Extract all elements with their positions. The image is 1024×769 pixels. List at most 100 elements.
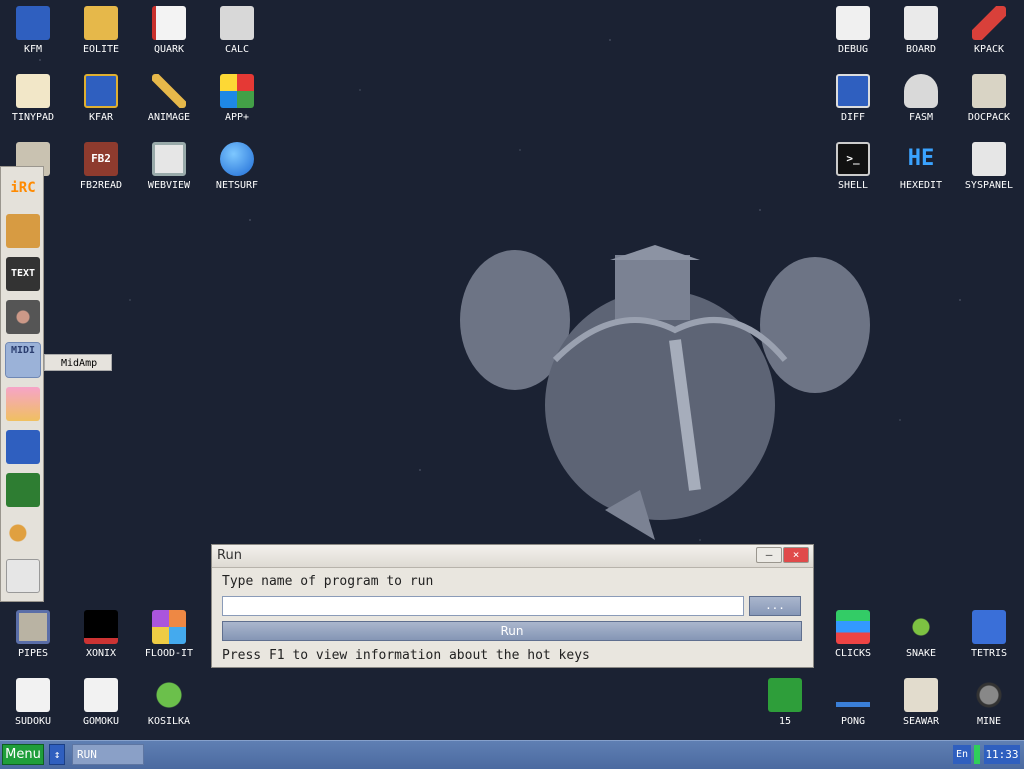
eolite-icon[interactable]: EOLITE	[70, 0, 132, 56]
shell-icon[interactable]: >_ SHELL	[822, 136, 884, 192]
lawn-mower-icon	[152, 678, 186, 712]
icon-label: APP+	[224, 112, 250, 123]
notepad-icon	[16, 74, 50, 108]
xonix-game-icon	[84, 610, 118, 644]
diff-icon[interactable]: DIFF	[822, 68, 884, 124]
hammer-icon	[972, 6, 1006, 40]
icon-label: QUARK	[153, 44, 185, 55]
fb2read-icon[interactable]: FB2 FB2READ	[70, 136, 132, 192]
clicks-icon[interactable]: CLICKS	[822, 604, 884, 660]
icon-label: PONG	[840, 716, 866, 727]
floppy-disk-icon	[16, 6, 50, 40]
fasm-icon[interactable]: FASM	[890, 68, 952, 124]
tetris-icon[interactable]: TETRIS	[958, 604, 1020, 660]
kpack-icon[interactable]: KPACK	[958, 0, 1020, 56]
icon-label: XONIX	[85, 648, 117, 659]
icon-label: GOMOKU	[82, 716, 120, 727]
package-icon[interactable]	[6, 214, 40, 248]
seawar-icon[interactable]: SEAWAR	[890, 672, 952, 728]
tinypad-icon[interactable]: TINYPAD	[2, 68, 64, 124]
docpack-icon[interactable]: DOCPACK	[958, 68, 1020, 124]
run-button[interactable]: Run	[222, 621, 802, 641]
icon-label: WEBVIEW	[147, 180, 191, 191]
icon-label: KFAR	[88, 112, 114, 123]
run-dialog-titlebar[interactable]: Run – ×	[212, 545, 813, 568]
quick-launch-dock: iRC TEXT MIDI	[0, 166, 44, 602]
language-indicator[interactable]: En	[953, 745, 971, 764]
xonix-icon[interactable]: XONIX	[70, 604, 132, 660]
speaker-icon[interactable]	[6, 300, 40, 334]
icon-label: DEBUG	[837, 44, 869, 55]
text-icon[interactable]: TEXT	[6, 257, 40, 291]
icon-label: KOSILKA	[147, 716, 191, 727]
snake-icon[interactable]: SNAKE	[890, 604, 952, 660]
quark-icon[interactable]: QUARK	[138, 0, 200, 56]
cpu-icon[interactable]	[6, 473, 40, 507]
pipe-game-icon	[16, 610, 50, 644]
icon-label: FLOOD-IT	[144, 648, 194, 659]
minimize-button[interactable]: –	[756, 547, 782, 563]
color-grid-icon	[152, 610, 186, 644]
image-viewer-icon[interactable]	[6, 387, 40, 421]
midi-player-icon[interactable]: MIDI	[5, 342, 41, 378]
netsurf-icon[interactable]: NETSURF	[206, 136, 268, 192]
icon-label: NETSURF	[215, 180, 259, 191]
cpu-usage-indicator	[974, 745, 980, 764]
icon-label: TETRIS	[970, 648, 1008, 659]
task-button-run[interactable]: RUN	[72, 744, 144, 765]
settings-sliders-icon[interactable]	[6, 559, 40, 593]
kfm-icon[interactable]: KFM	[2, 0, 64, 56]
icon-label: HEXEDIT	[899, 180, 943, 191]
gomoku-icon[interactable]: GOMOKU	[70, 672, 132, 728]
sudoku-icon[interactable]: SUDOKU	[2, 672, 64, 728]
pong-icon[interactable]: PONG	[822, 672, 884, 728]
icon-label: ANIMAGE	[147, 112, 191, 123]
board-icon[interactable]: BOARD	[890, 0, 952, 56]
fifteen-puzzle-icon	[768, 678, 802, 712]
kosilka-icon[interactable]: KOSILKA	[138, 672, 200, 728]
run-prompt-label: Type name of program to run	[222, 574, 434, 589]
icon-label: 15	[778, 716, 792, 727]
close-button[interactable]: ×	[783, 547, 809, 563]
menu-button[interactable]: Menu	[2, 744, 44, 765]
syspanel-icon[interactable]: SYSPANEL	[958, 136, 1020, 192]
fifteen-icon[interactable]: 15	[754, 672, 816, 728]
block-grid-icon	[836, 610, 870, 644]
mine-bomb-icon	[972, 678, 1006, 712]
program-name-input[interactable]	[222, 596, 744, 616]
clock[interactable]: 11:33	[984, 745, 1020, 764]
icon-label: SUDOKU	[14, 716, 52, 727]
browse-button[interactable]: ...	[749, 596, 801, 616]
cabinet-icon	[972, 74, 1006, 108]
irc-icon[interactable]: iRC	[6, 171, 40, 205]
globe-icon	[220, 142, 254, 176]
webview-icon[interactable]: WEBVIEW	[138, 136, 200, 192]
sliders-icon	[972, 142, 1006, 176]
assembler-icon	[904, 74, 938, 108]
hexedit-icon[interactable]: HE HEXEDIT	[890, 136, 952, 192]
pencil-icon	[152, 74, 186, 108]
window-switch-button[interactable]: ↕	[49, 744, 65, 765]
tetris-block-icon	[972, 610, 1006, 644]
debug-icon[interactable]: DEBUG	[822, 0, 884, 56]
terminal-icon: >_	[836, 142, 870, 176]
icon-label: DOCPACK	[967, 112, 1011, 123]
calc-icon[interactable]: CALC	[206, 0, 268, 56]
calculator-icon	[220, 6, 254, 40]
pipes-icon[interactable]: PIPES	[2, 604, 64, 660]
icon-label: TINYPAD	[11, 112, 55, 123]
network-card-icon[interactable]	[6, 430, 40, 464]
file-manager-icon	[84, 74, 118, 108]
mine-icon[interactable]: MINE	[958, 672, 1020, 728]
taskbar: Menu ↕ RUN En 11:33	[0, 740, 1024, 769]
icon-label: SNAKE	[905, 648, 937, 659]
hotkey-hint: Press F1 to view information about the h…	[222, 648, 590, 663]
bug-window-icon	[836, 6, 870, 40]
icon-label: DIFF	[840, 112, 866, 123]
volume-icon[interactable]	[6, 516, 40, 550]
app-plus-icon[interactable]: APP+	[206, 68, 268, 124]
kfar-icon[interactable]: KFAR	[70, 68, 132, 124]
flood-it-icon[interactable]: FLOOD-IT	[138, 604, 200, 660]
animage-icon[interactable]: ANIMAGE	[138, 68, 200, 124]
icon-label: CLICKS	[834, 648, 872, 659]
